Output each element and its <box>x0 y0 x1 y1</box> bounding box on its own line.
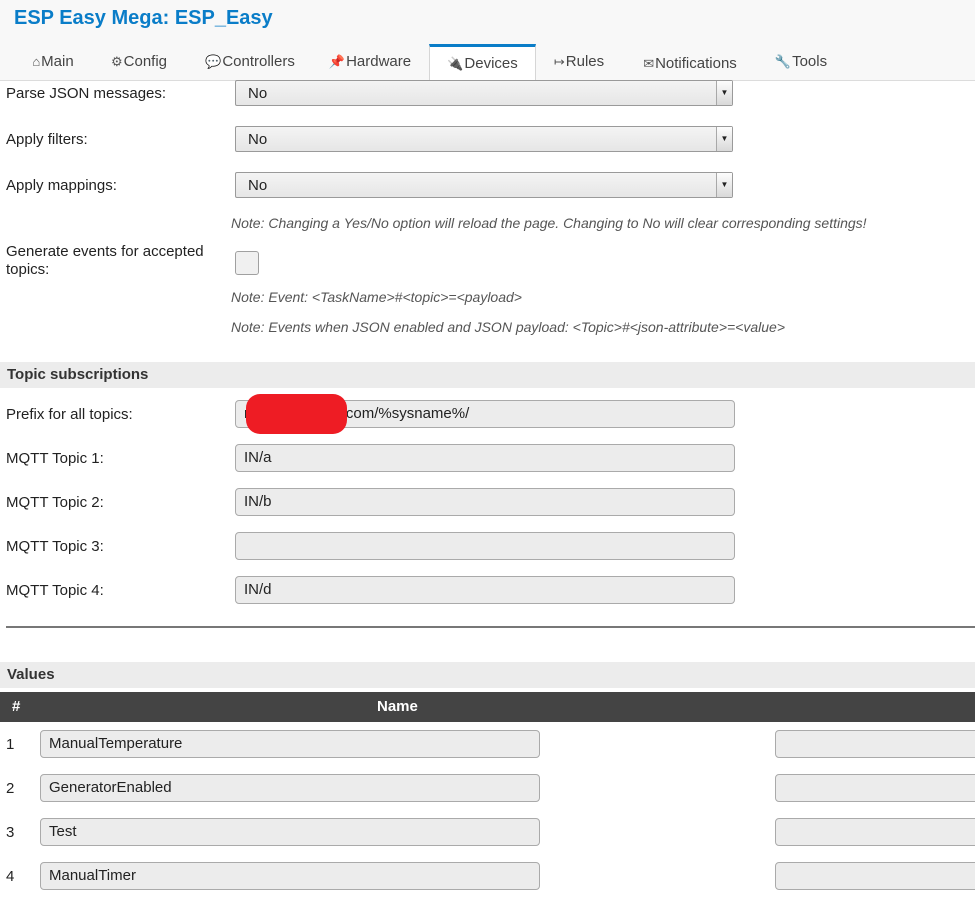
tab-config[interactable]: ⚙Config <box>100 44 178 80</box>
value-extra-input[interactable] <box>775 774 975 802</box>
tab-hardware[interactable]: 📌Hardware <box>320 44 420 80</box>
tab-tools[interactable]: 🔧Tools <box>766 44 836 80</box>
value-extra-input[interactable] <box>775 862 975 890</box>
value-name-input[interactable]: ManualTimer <box>40 862 540 890</box>
plug-icon: 🔌 <box>447 56 464 71</box>
parse-json-select[interactable]: No ▼ <box>235 80 733 106</box>
mqtt-topic-1-input[interactable]: IN/a <box>235 444 735 472</box>
chevron-down-icon: ▼ <box>716 127 732 151</box>
parse-json-label: Parse JSON messages: <box>6 85 167 102</box>
generate-events-label: Generate events for accepted topics: <box>6 243 204 278</box>
chevron-down-icon: ▼ <box>716 173 732 197</box>
mqtt-topic-4-input[interactable]: IN/d <box>235 576 735 604</box>
tab-main[interactable]: ⌂Main <box>22 44 84 80</box>
values-table-header: # Name <box>0 692 975 722</box>
gear-icon: ⚙ <box>110 54 123 69</box>
tab-devices[interactable]: 🔌Devices <box>429 44 536 82</box>
apply-filters-select[interactable]: No ▼ <box>235 126 733 152</box>
tab-notifications[interactable]: ✉Notifications <box>630 46 750 82</box>
apply-mappings-value: No <box>248 177 268 194</box>
generate-events-checkbox[interactable] <box>235 251 259 275</box>
value-extra-input[interactable] <box>775 818 975 846</box>
arrow-right-icon: ↦ <box>553 54 565 69</box>
apply-filters-label: Apply filters: <box>6 131 88 148</box>
note-event: Note: Event: <TaskName>#<topic>=<payload… <box>231 289 522 305</box>
envelope-icon: ✉ <box>643 56 655 71</box>
values-header: Values <box>0 662 975 688</box>
value-row-num: 4 <box>6 868 15 885</box>
parse-json-value: No <box>248 85 268 102</box>
tab-rules[interactable]: ↦Rules <box>545 44 613 80</box>
tab-controllers[interactable]: 💬Controllers <box>196 44 304 80</box>
topic-subscriptions-header: Topic subscriptions <box>0 362 975 388</box>
note-yes-no: Note: Changing a Yes/No option will relo… <box>231 215 867 231</box>
value-row-num: 1 <box>6 736 15 753</box>
mqtt-topic-2-label: MQTT Topic 2: <box>6 494 104 511</box>
mqtt-topic-3-input[interactable] <box>235 532 735 560</box>
value-row-num: 3 <box>6 824 15 841</box>
wrench-icon: 🔧 <box>774 54 792 69</box>
divider <box>6 626 975 628</box>
apply-filters-value: No <box>248 131 268 148</box>
value-name-input[interactable]: GeneratorEnabled <box>40 774 540 802</box>
mqtt-topic-1-label: MQTT Topic 1: <box>6 450 104 467</box>
value-row-num: 2 <box>6 780 15 797</box>
speech-bubble-icon: 💬 <box>205 54 222 69</box>
top-bar: ESP Easy Mega: ESP_Easy ⌂Main ⚙Config 💬C… <box>0 0 975 82</box>
apply-mappings-label: Apply mappings: <box>6 177 117 194</box>
mqtt-topic-3-label: MQTT Topic 3: <box>6 538 104 555</box>
page-title: ESP Easy Mega: ESP_Easy <box>14 7 273 29</box>
pin-icon: 📌 <box>328 54 346 69</box>
mqtt-topic-4-label: MQTT Topic 4: <box>6 582 104 599</box>
col-name-header: Name <box>377 698 418 715</box>
apply-mappings-select[interactable]: No ▼ <box>235 172 733 198</box>
col-num-header: # <box>12 698 21 715</box>
value-extra-input[interactable] <box>775 730 975 758</box>
chevron-down-icon: ▼ <box>716 81 732 105</box>
note-json-event: Note: Events when JSON enabled and JSON … <box>231 319 786 335</box>
prefix-label: Prefix for all topics: <box>6 406 133 423</box>
home-icon: ⌂ <box>32 54 41 69</box>
mqtt-topic-2-input[interactable]: IN/b <box>235 488 735 516</box>
value-name-input[interactable]: ManualTemperature <box>40 730 540 758</box>
value-name-input[interactable]: Test <box>40 818 540 846</box>
redaction-mark <box>246 394 347 434</box>
